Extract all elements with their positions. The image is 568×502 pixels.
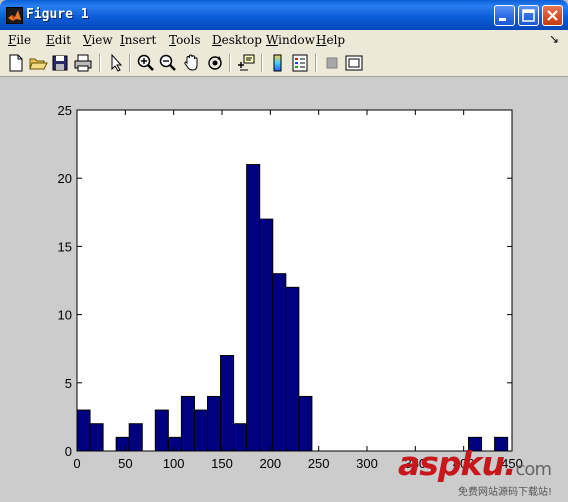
- title-bar[interactable]: Figure 1: [0, 0, 568, 30]
- open-file-icon[interactable]: [28, 53, 48, 73]
- histogram-bar: [76, 409, 91, 452]
- x-tick-label: 50: [118, 456, 132, 471]
- histogram-bar: [272, 273, 287, 452]
- figure-canvas: 0 50 100 150 200 250 300 350 400 450 0 5 10 15 20 25: [0, 77, 568, 502]
- show-plot-tools-icon[interactable]: [344, 53, 364, 73]
- rotate-3d-icon[interactable]: [205, 53, 225, 73]
- print-icon[interactable]: [73, 53, 93, 73]
- close-icon: [547, 10, 558, 21]
- histogram-bar: [220, 355, 235, 452]
- figure-window: Figure 1 File Edit View Insert Tools Des…: [0, 0, 568, 502]
- histogram-bar: [128, 423, 143, 452]
- figure-toolbar: [0, 50, 568, 77]
- x-tick-label: 0: [73, 456, 80, 471]
- close-button[interactable]: [542, 5, 563, 26]
- y-tick-label: 15: [58, 239, 72, 254]
- maximize-icon: [522, 9, 535, 22]
- x-tick-label: 200: [259, 456, 281, 471]
- toolbar-separator: [315, 54, 317, 72]
- window-title: Figure 1: [26, 7, 89, 22]
- y-tick-label: 25: [58, 103, 72, 118]
- zoom-in-icon[interactable]: [136, 53, 156, 73]
- histogram-bar: [89, 423, 104, 452]
- menu-view[interactable]: View: [83, 33, 113, 47]
- menu-tools[interactable]: Tools: [169, 33, 201, 47]
- toolbar-separator: [261, 54, 263, 72]
- menu-edit[interactable]: Edit: [46, 33, 71, 47]
- toolbar-separator: [99, 54, 101, 72]
- watermark: aspku.com 免费网站源码下载站!: [398, 445, 566, 499]
- data-cursor-icon[interactable]: [236, 53, 256, 73]
- histogram-bar: [167, 436, 182, 452]
- watermark-subtitle: 免费网站源码下载站!: [458, 487, 553, 498]
- y-tick-label: 10: [58, 308, 72, 323]
- histogram-bar: [285, 286, 300, 452]
- hide-plot-tools-icon[interactable]: [322, 53, 342, 73]
- histogram-chart: 0 50 100 150 200 250 300 350 400 4500510152025: [58, 103, 523, 471]
- x-tick-label: 250: [308, 456, 330, 471]
- pan-hand-icon[interactable]: [182, 53, 202, 73]
- x-tick-label: 100: [163, 456, 185, 471]
- y-tick-label: 5: [65, 376, 72, 391]
- minimize-button[interactable]: [494, 5, 515, 26]
- minimize-icon: [499, 18, 506, 21]
- dock-arrow-icon[interactable]: ↘: [549, 32, 559, 46]
- save-icon[interactable]: [50, 53, 70, 73]
- histogram-bar: [259, 218, 274, 452]
- histogram-bar: [180, 395, 195, 452]
- y-tick-label: 0: [65, 444, 72, 459]
- histogram-bar: [207, 395, 222, 452]
- y-tick-label: 20: [58, 171, 72, 186]
- histogram-bar: [193, 409, 208, 452]
- maximize-button[interactable]: [518, 5, 539, 26]
- menu-window[interactable]: Window: [266, 33, 315, 47]
- x-tick-label: 300: [356, 456, 378, 471]
- x-tick-label: 150: [211, 456, 233, 471]
- menu-bar: File Edit View Insert Tools Desktop Wind…: [0, 30, 568, 51]
- new-figure-icon[interactable]: [6, 53, 26, 73]
- menu-insert[interactable]: Insert: [120, 33, 156, 47]
- histogram-bar: [246, 164, 261, 452]
- legend-icon[interactable]: [290, 53, 310, 73]
- histogram-bar: [154, 409, 169, 452]
- toolbar-separator: [229, 54, 231, 72]
- zoom-out-icon[interactable]: [158, 53, 178, 73]
- histogram-bar: [115, 436, 130, 452]
- colorbar-icon[interactable]: [268, 53, 288, 73]
- histogram-bar: [233, 423, 248, 452]
- edit-plot-arrow-icon[interactable]: [106, 53, 126, 73]
- matlab-logo-icon: [6, 7, 23, 24]
- menu-desktop[interactable]: Desktop: [212, 33, 262, 47]
- toolbar-separator: [129, 54, 131, 72]
- menu-help[interactable]: Help: [316, 33, 345, 47]
- menu-file[interactable]: File: [8, 33, 31, 47]
- histogram-bar: [298, 395, 313, 452]
